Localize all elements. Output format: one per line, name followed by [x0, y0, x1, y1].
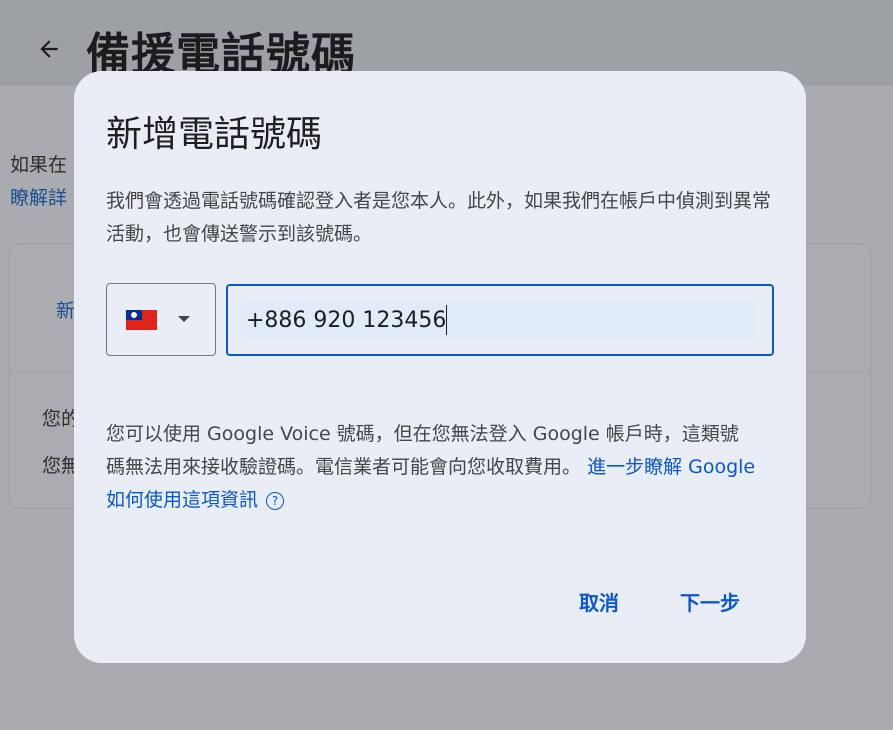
learn-more-link[interactable]: 瞭解詳 [10, 183, 67, 210]
next-button[interactable]: 下一步 [680, 581, 740, 625]
dialog-description: 我們會透過電話號碼確認登入者是您本人。此外，如果我們在帳戶中偵測到異常活動，也會… [106, 190, 772, 245]
country-code-select[interactable] [106, 283, 216, 356]
taiwan-flag-icon [126, 310, 157, 330]
cancel-button[interactable]: 取消 [579, 581, 619, 625]
caret-down-icon [178, 316, 190, 322]
phone-number-field[interactable] [226, 284, 774, 356]
text-cursor [446, 305, 447, 335]
phone-number-input[interactable] [242, 300, 754, 340]
intro-text: 如果在 [10, 154, 68, 176]
dialog-title: 新增電話號碼 [106, 114, 323, 155]
google-voice-note: 您可以使用 Google Voice 號碼，但在您無法登入 Google 帳戶時… [106, 418, 756, 517]
arrow-left-icon[interactable] [36, 36, 62, 62]
help-circle-icon[interactable]: ? [266, 491, 285, 510]
add-phone-dialog: 新增電話號碼 我們會透過電話號碼確認登入者是您本人。此外，如果我們在帳戶中偵測到… [74, 71, 806, 663]
add-phone-link[interactable]: 新 [56, 296, 75, 323]
